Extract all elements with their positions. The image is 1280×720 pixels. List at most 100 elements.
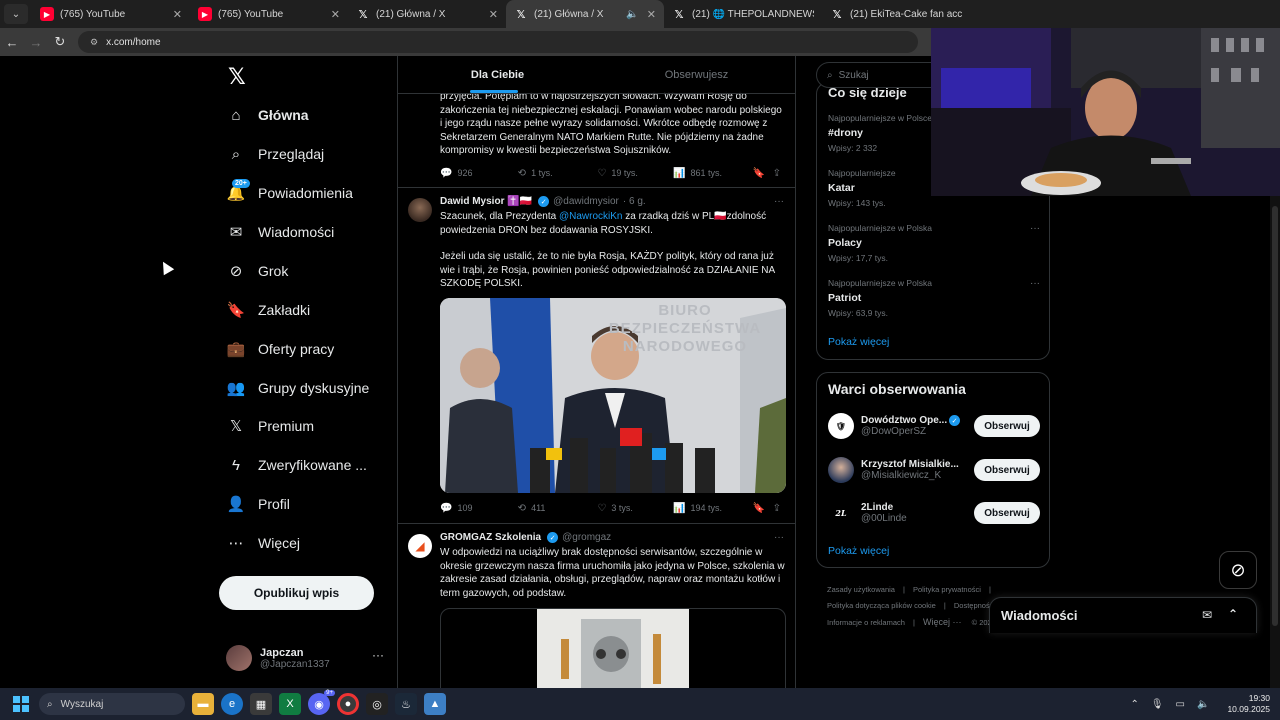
bookmark-button[interactable]: 🔖 bbox=[753, 503, 773, 514]
footer-more[interactable]: Więcej ··· bbox=[923, 617, 962, 627]
file-explorer-icon[interactable]: ▬ bbox=[192, 693, 214, 715]
excel-icon[interactable]: X bbox=[279, 693, 301, 715]
account-switcher[interactable]: Japczan @Japczan1337 ··· bbox=[226, 642, 386, 674]
nav-verified-orgs[interactable]: ϟ Zweryfikowane ... bbox=[226, 448, 367, 482]
nav-messages[interactable]: ✉ Wiadomości bbox=[226, 215, 335, 249]
close-icon[interactable]: ✕ bbox=[331, 8, 340, 21]
repost-button[interactable]: ⟲ 411 bbox=[518, 503, 598, 514]
speaker-icon[interactable]: 🔈 bbox=[626, 9, 638, 20]
nav-home[interactable]: ⌂ Główna bbox=[226, 98, 308, 132]
like-button[interactable]: ♡ 19 tys. bbox=[597, 168, 673, 179]
footer-link[interactable]: Zasady użytkowania bbox=[827, 585, 895, 594]
views-button[interactable]: 📊 861 tys. bbox=[673, 168, 753, 179]
more-icon[interactable]: ··· bbox=[372, 648, 384, 662]
show-more-follow[interactable]: Pokaż więcej bbox=[828, 545, 889, 557]
tweet-time[interactable]: · 6 g. bbox=[623, 196, 646, 207]
browser-tab[interactable]: 𝕏 (21) EkiTea-Cake fan acc bbox=[822, 0, 980, 28]
nav-bookmarks[interactable]: 🔖 Zakładki bbox=[226, 293, 310, 327]
footer-link[interactable]: Polityka prywatności bbox=[913, 585, 981, 594]
follow-button[interactable]: Obserwuj bbox=[974, 415, 1040, 437]
close-icon[interactable]: ✕ bbox=[173, 8, 182, 21]
close-icon[interactable]: ✕ bbox=[489, 8, 498, 21]
volume-icon[interactable]: 🔈 bbox=[1197, 699, 1209, 710]
more-icon[interactable]: ··· bbox=[774, 196, 784, 207]
footer-link[interactable]: Polityka dotycząca plików cookie bbox=[827, 601, 936, 610]
trend-item[interactable]: Najpopularniejsze w Polska Polacy Wpisy:… bbox=[828, 223, 1040, 263]
scrollbar-thumb[interactable] bbox=[1272, 206, 1278, 626]
reply-button[interactable]: 💬 109 bbox=[440, 503, 518, 514]
author-name[interactable]: GROMGAZ Szkolenia bbox=[440, 532, 541, 543]
photos-icon[interactable]: ▲ bbox=[424, 693, 446, 715]
tweet-image[interactable] bbox=[440, 608, 786, 688]
nav-explore[interactable]: ⌕ Przeglądaj bbox=[226, 137, 324, 171]
repost-button[interactable]: ⟲ 1 tys. bbox=[518, 168, 598, 179]
nav-more[interactable]: ⋯ Więcej bbox=[226, 526, 301, 560]
more-icon[interactable]: ··· bbox=[1030, 278, 1040, 289]
show-more-trends[interactable]: Pokaż więcej bbox=[828, 336, 889, 348]
store-icon[interactable]: ▦ bbox=[250, 693, 272, 715]
browser-tab[interactable]: ▶ (765) YouTube ✕ bbox=[32, 0, 190, 28]
tweet-image[interactable]: BIURO BEZPIECZEŃSTWA NARODOWEGO bbox=[440, 298, 786, 493]
chevron-up-icon[interactable]: ⌃ bbox=[1130, 699, 1138, 710]
network-icon[interactable]: ▭ bbox=[1176, 699, 1185, 710]
author-handle[interactable]: @gromgaz bbox=[562, 532, 611, 543]
obs-icon[interactable]: ◎ bbox=[366, 693, 388, 715]
trend-item[interactable]: Najpopularniejsze w Polska Patriot Wpisy… bbox=[828, 278, 1040, 318]
footer-link[interactable]: Dostępność bbox=[954, 601, 994, 610]
share-button[interactable]: ⇪ bbox=[773, 503, 786, 514]
steam-icon[interactable]: ♨ bbox=[395, 693, 417, 715]
site-info-icon[interactable]: ⚙ bbox=[90, 37, 98, 48]
reload-icon[interactable]: ↻ bbox=[48, 34, 72, 50]
more-icon[interactable]: ··· bbox=[774, 532, 784, 543]
edge-icon[interactable]: e bbox=[221, 693, 243, 715]
back-icon[interactable]: ← bbox=[0, 35, 24, 50]
browser-tab[interactable]: 𝕏 (21) 🌐 THEPOLANDNEWS w sie bbox=[664, 0, 822, 28]
tweet[interactable]: ◢ GROMGAZ Szkolenia ✓ @gromgaz ··· W odp… bbox=[398, 524, 795, 688]
forward-icon[interactable]: → bbox=[24, 35, 48, 50]
nav-notifications[interactable]: 🔔 20+ Powiadomienia bbox=[226, 176, 353, 210]
nav-jobs[interactable]: 💼 Oferty pracy bbox=[226, 332, 335, 366]
follow-button[interactable]: Obserwuj bbox=[974, 502, 1040, 524]
nav-communities[interactable]: 👥 Grupy dyskusyjne bbox=[226, 371, 370, 405]
tweet[interactable]: Dawid Mysior ✝️🇵🇱 ✓ @dawidmysior · 6 g. … bbox=[398, 188, 795, 524]
x-logo-icon[interactable]: 𝕏 bbox=[228, 64, 246, 90]
follow-button[interactable]: Obserwuj bbox=[974, 459, 1040, 481]
chrome-icon[interactable]: ● bbox=[337, 693, 359, 715]
follow-suggestion[interactable]: 2L 2Linde @00Linde Obserwuj bbox=[828, 497, 1040, 529]
taskbar-search[interactable]: ⌕ Wyszukaj bbox=[39, 693, 185, 715]
collapse-up-icon[interactable]: ⌃ bbox=[1228, 607, 1238, 621]
tab-for-you[interactable]: Dla Ciebie bbox=[398, 56, 597, 93]
nav-grok[interactable]: ⊘ Grok bbox=[226, 254, 289, 288]
more-icon[interactable]: ··· bbox=[1030, 223, 1040, 234]
mention-link[interactable]: @NawrockiKn bbox=[559, 211, 623, 222]
browser-tab-active[interactable]: 𝕏 (21) Główna / X 🔈 ✕ bbox=[506, 0, 664, 28]
author-handle[interactable]: @dawidmysior bbox=[553, 196, 619, 207]
share-button[interactable]: ⇪ bbox=[773, 168, 786, 179]
bookmark-button[interactable]: 🔖 bbox=[753, 168, 773, 179]
new-message-icon[interactable]: ✉ bbox=[1202, 608, 1212, 622]
grok-floating-button[interactable]: ⊘ bbox=[1219, 551, 1257, 589]
views-button[interactable]: 📊 194 tys. bbox=[673, 503, 753, 514]
nav-premium[interactable]: 𝕏 Premium bbox=[226, 409, 314, 443]
post-button[interactable]: Opublikuj wpis bbox=[219, 576, 374, 610]
follow-suggestion[interactable]: 🛡 Dowództwo Ope... ✓ @DowOperSZ Obserwuj bbox=[828, 410, 1040, 442]
microphone-icon[interactable]: 🎙 bbox=[1151, 699, 1164, 710]
close-icon[interactable]: ✕ bbox=[647, 8, 656, 21]
browser-tab[interactable]: ▶ (765) YouTube ✕ bbox=[190, 0, 348, 28]
footer-link[interactable]: Informacje o reklamach bbox=[827, 618, 905, 627]
tab-following[interactable]: Obserwujesz bbox=[597, 56, 795, 93]
address-bar[interactable]: ⚙ x.com/home bbox=[78, 31, 918, 53]
author-name[interactable]: Dawid Mysior ✝️🇵🇱 bbox=[440, 196, 532, 207]
nav-profile[interactable]: 👤 Profil bbox=[226, 487, 290, 521]
tab-search-dropdown[interactable]: ⌄ bbox=[4, 4, 28, 24]
browser-tab[interactable]: 𝕏 (21) Główna / X ✕ bbox=[348, 0, 506, 28]
windows-start-icon[interactable] bbox=[13, 696, 29, 712]
clock[interactable]: 19:30 10.09.2025 bbox=[1227, 693, 1270, 715]
messages-drawer[interactable]: Wiadomości ✉ ⌃ bbox=[989, 597, 1257, 633]
follow-suggestion[interactable]: Krzysztof Misialkie... @Misialkiewicz_K … bbox=[828, 454, 1040, 486]
reply-button[interactable]: 💬 926 bbox=[440, 168, 518, 179]
avatar[interactable] bbox=[408, 198, 432, 222]
discord-icon[interactable]: ◉ 9+ bbox=[308, 690, 335, 715]
like-button[interactable]: ♡ 3 tys. bbox=[597, 503, 673, 514]
avatar[interactable]: ◢ bbox=[408, 534, 432, 558]
